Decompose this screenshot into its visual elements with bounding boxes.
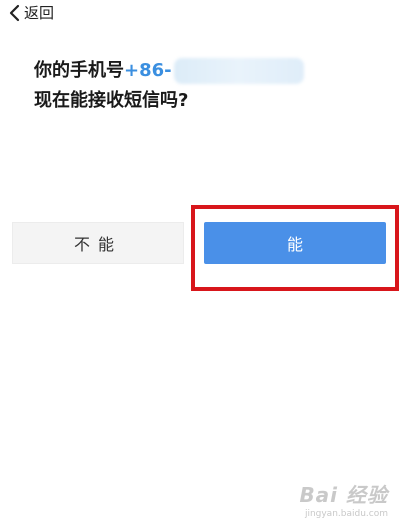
sms-question-line: 现在能接收短信吗? [34, 90, 189, 111]
blurred-phone-number [173, 58, 304, 84]
watermark-logo: Bai 经验 [299, 483, 388, 507]
back-label: 返回 [24, 4, 55, 22]
phone-number-prefix: +86- [124, 60, 172, 81]
watermark-url: jingyan.baidu.com [304, 509, 388, 519]
phone-line: 你的手机号 +86- [34, 56, 374, 86]
watermark: Bai 经验 jingyan.baidu.com [299, 479, 388, 519]
cannot-receive-button[interactable]: 不能 [12, 222, 184, 264]
phone-line-text: 你的手机号 [34, 60, 124, 81]
sms-confirm-page: 返回 你的手机号 +86- 现在能接收短信吗? 不能 能 Bai 经验 jing… [0, 0, 400, 525]
chevron-left-icon [8, 4, 20, 22]
sms-question: 你的手机号 +86- 现在能接收短信吗? [34, 56, 374, 116]
back-button[interactable]: 返回 [8, 2, 54, 24]
can-receive-button[interactable]: 能 [204, 222, 386, 264]
